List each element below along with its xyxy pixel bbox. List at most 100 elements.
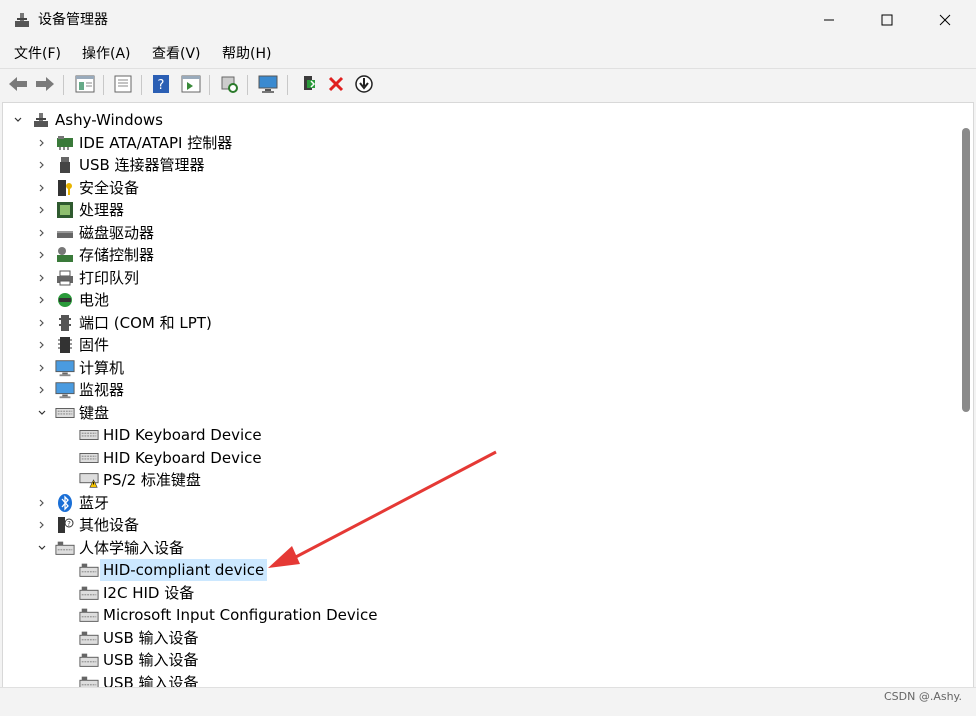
tree-category-label: 键盘 [79,404,110,422]
minimize-button[interactable] [800,0,858,40]
chevron-right-icon[interactable] [37,295,47,305]
tree-device-ms-input-config[interactable]: Microsoft Input Configuration Device [79,604,377,626]
tree-category-label: 打印队列 [79,269,140,287]
status-bar [0,687,976,716]
tree-category-disk[interactable]: 磁盘驱动器 [55,222,154,244]
tree-category-label: 监视器 [79,381,125,399]
tree-category-label: IDE ATA/ATAPI 控制器 [79,134,233,152]
toolbar-separator [209,75,210,95]
tree-category-other[interactable]: ? 其他设备 [55,514,139,536]
tree-device-label: HID Keyboard Device [103,426,262,444]
device-tree[interactable]: Ashy-Windows IDE ATA/ATAPI 控制器 USB 连接器管理… [2,102,974,688]
chevron-right-icon[interactable] [37,228,47,238]
chevron-right-icon[interactable] [37,250,47,260]
tree-root[interactable]: Ashy-Windows [31,109,163,131]
close-button[interactable] [916,0,974,40]
chevron-right-icon[interactable] [37,138,47,148]
hid-icon [79,650,99,670]
toolbar-separator [247,75,248,95]
tree-category-usb-connector[interactable]: USB 连接器管理器 [55,154,205,176]
tree-category-security[interactable]: 安全设备 [55,177,139,199]
tree-category-bluetooth[interactable]: 蓝牙 [55,492,109,514]
tree-category-processor[interactable]: 处理器 [55,199,124,221]
svg-text:?: ? [67,520,71,528]
chevron-right-icon[interactable] [37,498,47,508]
scan-hardware-button[interactable] [218,73,240,95]
chevron-down-icon[interactable] [37,543,47,553]
bluetooth-icon [55,493,75,513]
show-hide-console-button[interactable] [112,73,134,95]
tree-category-label: USB 连接器管理器 [79,156,205,174]
tree-category-monitor[interactable]: 监视器 [55,379,124,401]
tree-device-hid-compliant[interactable]: HID-compliant device [79,559,268,581]
back-button[interactable] [7,73,29,95]
tree-category-computer[interactable]: 计算机 [55,357,124,379]
help-icon: ? [153,75,169,93]
tree-category-storage[interactable]: 存储控制器 [55,244,154,266]
tree-category-label: 电池 [79,291,110,309]
chevron-right-icon[interactable] [37,183,47,193]
forward-button[interactable] [34,73,56,95]
tree-device-usb-input-1[interactable]: USB 输入设备 [79,627,199,649]
tree-device-keyboard-2[interactable]: HID Keyboard Device [79,447,262,469]
vertical-scrollbar[interactable] [962,128,970,412]
properties-button[interactable] [74,73,96,95]
chevron-right-icon[interactable] [37,205,47,215]
chevron-right-icon[interactable] [37,318,47,328]
menu-action[interactable]: 操作(A) [82,44,131,64]
close-icon [939,14,951,26]
tree-category-firmware[interactable]: 固件 [55,334,109,356]
chevron-right-icon[interactable] [37,520,47,530]
tree-device-keyboard-1[interactable]: HID Keyboard Device [79,424,262,446]
chevron-right-icon[interactable] [37,160,47,170]
menu-help[interactable]: 帮助(H) [222,44,271,64]
computer-icon [55,358,75,378]
forward-icon [36,77,54,91]
chevron-right-icon[interactable] [37,340,47,350]
uninstall-button[interactable] [325,73,347,95]
action-pane-button[interactable] [180,73,202,95]
tree-category-keyboard[interactable]: 键盘 [55,402,109,424]
menu-view[interactable]: 查看(V) [152,44,201,64]
add-driver-icon [304,76,316,90]
help-button[interactable]: ? [150,73,172,95]
maximize-button[interactable] [858,0,916,40]
port-icon [55,313,75,333]
tree-device-label: USB 输入设备 [103,629,199,647]
tree-device-usb-input-3[interactable]: USB 输入设备 [79,672,199,687]
minimize-icon [824,19,834,21]
tree-category-label: 安全设备 [79,179,140,197]
window-title: 设备管理器 [38,12,108,28]
tree-category-label: 端口 (COM 和 LPT) [79,314,212,332]
svg-text:?: ? [158,78,165,93]
tree-category-ide[interactable]: IDE ATA/ATAPI 控制器 [55,132,232,154]
tree-device-ps2-keyboard[interactable]: PS/2 标准键盘 [79,469,201,491]
title-bar: 设备管理器 [0,0,976,40]
tree-category-hid[interactable]: 人体学输入设备 [55,537,184,559]
tree-category-label: 其他设备 [79,516,140,534]
show-hide-icon [114,75,132,93]
chevron-down-icon[interactable] [13,115,23,125]
tree-device-usb-input-2[interactable]: USB 输入设备 [79,649,199,671]
tree-device-i2c-hid[interactable]: I2C HID 设备 [79,582,194,604]
menu-file[interactable]: 文件(F) [14,44,61,64]
chevron-right-icon[interactable] [37,385,47,395]
tree-category-label: 人体学输入设备 [79,539,185,557]
monitor-button[interactable] [257,73,279,95]
tree-device-label: PS/2 标准键盘 [103,471,201,489]
device-manager-icon [12,10,32,30]
update-driver-button[interactable] [353,73,375,95]
keyboard-warning-icon [79,470,99,490]
tree-root-label: Ashy-Windows [55,111,163,129]
tree-category-label: 存储控制器 [79,246,155,264]
tree-category-ports[interactable]: 端口 (COM 和 LPT) [55,312,212,334]
add-driver-button[interactable] [298,73,320,95]
tree-category-print-queue[interactable]: 打印队列 [55,267,139,289]
hid-icon [79,583,99,603]
monitor-icon [258,75,278,93]
chevron-right-icon[interactable] [37,363,47,373]
chevron-right-icon[interactable] [37,273,47,283]
chevron-down-icon[interactable] [37,408,47,418]
device-manager-window: 设备管理器 文件(F) 操作(A) 查看(V) 帮助(H) ? Ashy-Win… [0,0,976,716]
tree-category-battery[interactable]: 电池 [55,289,109,311]
